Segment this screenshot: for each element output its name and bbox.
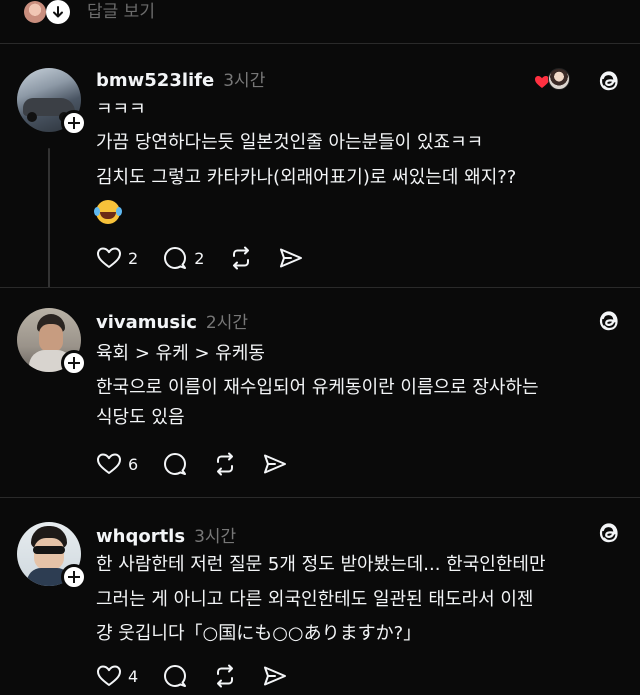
repost-button[interactable] (228, 245, 254, 271)
reply-button[interactable] (162, 451, 188, 477)
post-actions: 2 2 (96, 244, 328, 272)
like-button[interactable]: 2 (96, 246, 138, 270)
post-actions: 6 (96, 450, 312, 478)
post-text-line: 식당도 있음 (96, 407, 185, 428)
repost-icon (217, 452, 234, 476)
share-button[interactable] (262, 664, 288, 688)
username[interactable]: bmw523life (96, 70, 214, 91)
thread-line (48, 148, 50, 288)
threads-reply-view: 답글 보기 bmw523life 3시간 ㅋㅋㅋ 가끔 당연하다는듯 일본것인줄… (0, 0, 640, 695)
comment-icon (164, 453, 187, 475)
comment-icon (164, 665, 187, 687)
heart-icon (97, 247, 121, 268)
reply-button[interactable] (162, 663, 188, 689)
post-text-line: 걍 웃깁니다「○国にも○○ありますか?」 (96, 623, 422, 644)
threads-logo-icon[interactable] (596, 308, 622, 334)
follow-plus-button[interactable] (61, 350, 87, 376)
view-replies-bar[interactable]: 답글 보기 (0, 0, 640, 42)
post-actions: 4 (96, 662, 312, 690)
send-icon (264, 454, 287, 474)
post-text-line: 육회 > 유케 > 유케동 (96, 343, 265, 364)
heart-icon (97, 453, 121, 474)
reply-avatar (24, 1, 46, 23)
like-count: 6 (128, 454, 139, 474)
threads-logo-icon[interactable] (596, 68, 622, 94)
post-item: bmw523life 3시간 ㅋㅋㅋ 가끔 당연하다는듯 일본것인줄 아는분들이… (0, 44, 640, 296)
comment-icon (164, 247, 187, 269)
liker-avatar (548, 68, 570, 90)
avatar-container[interactable] (17, 68, 87, 136)
repost-button[interactable] (212, 451, 238, 477)
view-replies-label[interactable]: 답글 보기 (87, 0, 155, 24)
post-header: whqortls 3시간 (96, 522, 236, 547)
arrow-down-icon[interactable] (46, 0, 70, 24)
like-count: 2 (128, 248, 139, 268)
post-text-line: 김치도 그렇고 카타카나(외래어표기)로 써있는데 왜지?? (96, 167, 517, 188)
reply-count: 2 (194, 248, 205, 268)
post-item: vivamusic 2시간 육회 > 유케 > 유케동 한국으로 이름이 재수입… (0, 288, 640, 496)
share-button[interactable] (278, 246, 304, 270)
follow-plus-button[interactable] (61, 110, 87, 136)
like-count: 4 (128, 666, 139, 686)
username[interactable]: whqortls (96, 526, 185, 547)
reply-button[interactable]: 2 (162, 245, 204, 271)
post-header: vivamusic 2시간 (96, 308, 248, 333)
post-text-line: 한국으로 이름이 재수입되어 유케동이란 이름으로 장사하는 (96, 377, 539, 398)
post-item: whqortls 3시간 한 사람한테 저런 질문 5개 정도 받아봤는데...… (0, 498, 640, 695)
like-button[interactable]: 4 (96, 664, 138, 688)
share-button[interactable] (262, 452, 288, 476)
post-header: bmw523life 3시간 (96, 66, 265, 91)
avatar-container[interactable] (17, 522, 87, 590)
post-text-line: 한 사람한테 저런 질문 5개 정도 받아봤는데... 한국인한테만 (96, 554, 546, 575)
laughing-tears-emoji-icon (94, 200, 120, 224)
heart-icon (97, 665, 121, 686)
username[interactable]: vivamusic (96, 312, 197, 333)
send-icon (280, 248, 303, 268)
post-text-line: 그러는 게 아니고 다른 외국인한테도 일관된 태도라서 이젠 (96, 589, 534, 610)
post-time: 3시간 (194, 527, 237, 547)
follow-plus-button[interactable] (61, 564, 87, 590)
liked-by-indicator[interactable] (534, 68, 570, 94)
post-time: 2시간 (205, 313, 249, 333)
repost-button[interactable] (212, 663, 238, 689)
post-time: 3시간 (223, 71, 266, 91)
threads-logo-icon[interactable] (596, 520, 622, 546)
send-icon (264, 666, 287, 686)
repost-icon (217, 664, 234, 688)
post-text-line: ㅋㅋㅋ (96, 99, 146, 120)
like-button[interactable]: 6 (96, 452, 138, 476)
emoji-line (94, 198, 616, 226)
avatar-container[interactable] (17, 308, 87, 376)
post-text-line: 가끔 당연하다는듯 일본것인줄 아는분들이 있죠ㅋㅋ (96, 132, 484, 153)
repost-icon (233, 246, 250, 270)
